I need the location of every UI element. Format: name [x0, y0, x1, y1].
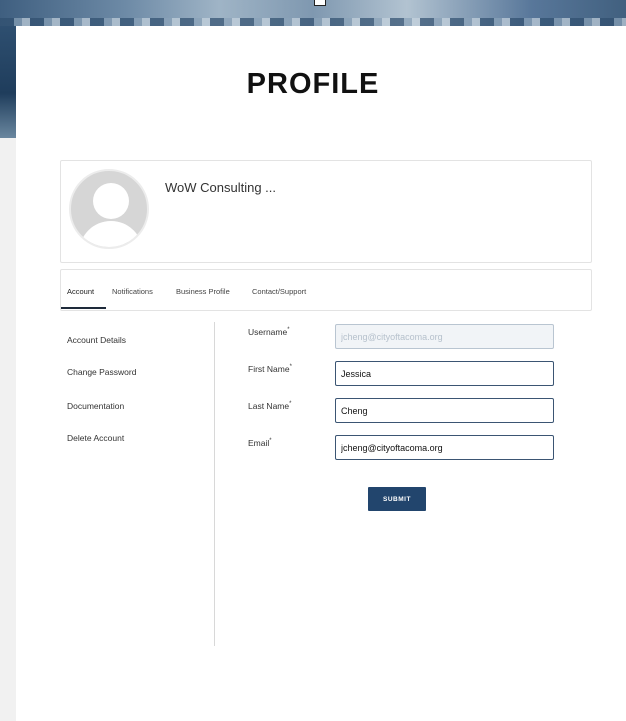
sidebar-item-documentation[interactable]: Documentation	[67, 401, 124, 411]
first-name-field[interactable]	[335, 361, 554, 386]
first-name-label-text: First Name	[248, 364, 290, 374]
email-label: Email*	[248, 438, 272, 448]
tab-contact-support[interactable]: Contact/Support	[252, 287, 306, 296]
company-name: WoW Consulting ...	[165, 180, 277, 195]
account-sidebar: Account Details Change Password Document…	[60, 322, 215, 646]
background-banner-strip	[0, 18, 626, 26]
avatar-body	[79, 221, 143, 247]
username-label: Username*	[248, 327, 290, 337]
avatar-head	[93, 183, 129, 219]
tab-business-profile[interactable]: Business Profile	[176, 287, 230, 296]
tab-notifications[interactable]: Notifications	[112, 287, 153, 296]
top-handle	[314, 0, 326, 6]
email-label-text: Email	[248, 438, 270, 448]
user-silhouette-icon	[69, 169, 149, 249]
submit-button[interactable]: SUBMIT	[368, 487, 426, 511]
sidebar-item-change-password[interactable]: Change Password	[67, 367, 136, 377]
first-name-required-mark: *	[289, 364, 292, 371]
page-title: PROFILE	[246, 68, 380, 100]
last-name-label-text: Last Name	[248, 401, 290, 411]
tabs-bar: Account Notifications Business Profile C…	[60, 269, 592, 311]
username-field[interactable]	[335, 324, 554, 349]
last-name-required-mark: *	[289, 401, 292, 408]
email-required-mark: *	[269, 438, 272, 445]
last-name-label: Last Name*	[248, 401, 291, 411]
username-label-text: Username	[248, 327, 288, 337]
email-field[interactable]	[335, 435, 554, 460]
profile-header: WoW Consulting ...	[60, 160, 592, 263]
background-left-edge-lower	[0, 138, 16, 721]
first-name-label: First Name*	[248, 364, 292, 374]
last-name-field[interactable]	[335, 398, 554, 423]
sidebar-item-delete-account[interactable]: Delete Account	[67, 433, 124, 443]
tab-account[interactable]: Account	[67, 287, 94, 296]
sidebar-item-account-details[interactable]: Account Details	[67, 335, 126, 345]
active-tab-indicator	[61, 307, 106, 309]
username-required-mark: *	[287, 327, 290, 334]
